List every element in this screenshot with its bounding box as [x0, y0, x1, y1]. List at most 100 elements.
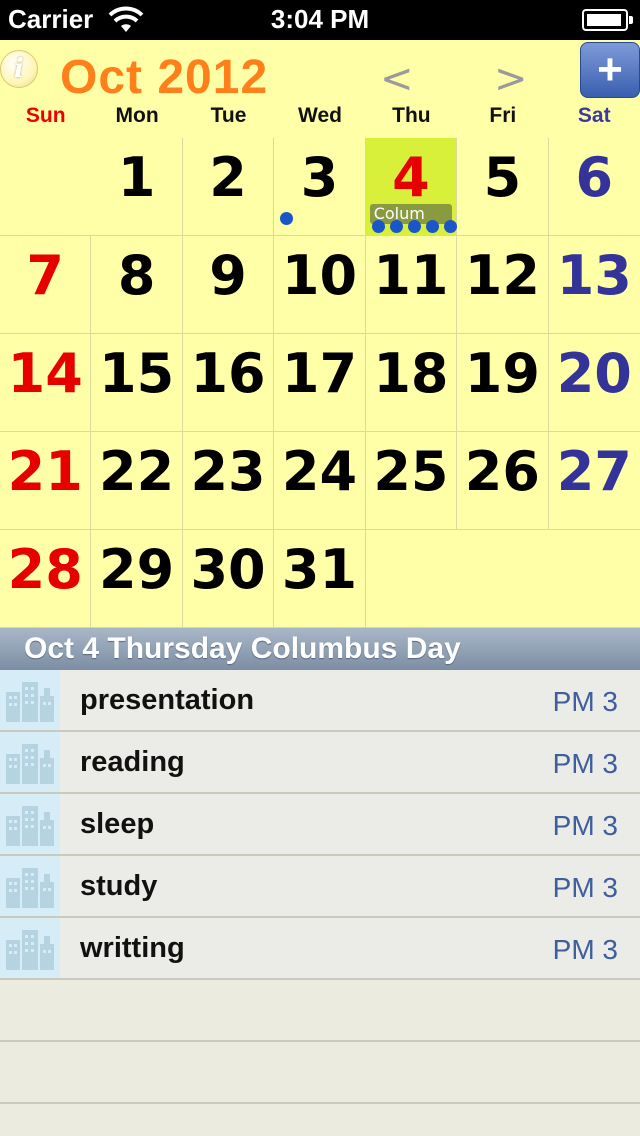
day-number: 25 [373, 440, 449, 503]
building-icon [0, 670, 60, 730]
day-cell-11[interactable]: 11 [365, 236, 458, 334]
event-dots [371, 220, 457, 234]
weekday-sun: Sun [25, 104, 66, 127]
day-cell-22[interactable]: 22 [91, 432, 183, 530]
day-number: 17 [281, 342, 358, 405]
day-number: 16 [190, 342, 266, 405]
day-number: 3 [300, 146, 339, 209]
event-title: sleep [80, 808, 155, 840]
weekday-fri: Fri [489, 104, 517, 127]
building-icon [0, 918, 60, 978]
event-time: PM 3 [552, 686, 618, 717]
weekday-sat: Sat [577, 104, 611, 127]
day-number: 15 [99, 342, 175, 405]
day-number: 26 [464, 440, 540, 503]
day-cell-24[interactable]: 24 [274, 432, 366, 530]
day-cell-23[interactable]: 23 [182, 432, 275, 530]
day-cell-18[interactable]: 18 [365, 334, 458, 432]
weekday-wed: Wed [298, 104, 342, 127]
day-cell-21[interactable]: 21 [0, 432, 92, 530]
event-title: presentation [80, 684, 255, 716]
day-cell-3[interactable]: 3 [274, 138, 366, 236]
event-row[interactable]: study PM 3 [0, 856, 640, 918]
day-cell-19[interactable]: 19 [457, 334, 549, 432]
day-cell-30[interactable]: 30 [182, 530, 275, 628]
weekday-header: Sun Mon Tue Wed Thu Fri Sat [0, 104, 640, 138]
day-number: 30 [190, 538, 266, 601]
day-cell-13[interactable]: 13 [548, 236, 640, 334]
event-dot-icon [371, 220, 385, 233]
day-number: 10 [281, 244, 358, 307]
info-button[interactable]: i [0, 50, 38, 88]
event-title: writting [80, 932, 185, 964]
event-dot-icon [280, 212, 294, 225]
day-number: 8 [117, 244, 156, 307]
day-cell-29[interactable]: 29 [91, 530, 183, 628]
empty-row [0, 1104, 640, 1136]
day-number: 19 [464, 342, 540, 405]
day-cell-7[interactable]: 7 [0, 236, 92, 334]
day-number: 22 [99, 440, 175, 503]
weekday-thu: Thu [392, 104, 431, 127]
event-title: study [80, 870, 158, 902]
event-row[interactable]: presentation PM 3 [0, 670, 640, 732]
empty-day-cell [0, 138, 92, 236]
empty-day-cell [365, 530, 458, 628]
day-number: 29 [99, 538, 175, 601]
day-cell-15[interactable]: 15 [91, 334, 183, 432]
status-bar: Carrier 3:04 PM [0, 0, 640, 40]
calendar-grid: 1 2 3 4 Colum 5 6 7 8 9 10 11 12 13 14 15 16 17 18 19 20 21 22… [0, 138, 640, 628]
day-cell-8[interactable]: 8 [91, 236, 183, 334]
day-number: 7 [26, 244, 64, 307]
building-icon [0, 794, 60, 854]
day-cell-27[interactable]: 27 [548, 432, 640, 530]
empty-row [0, 1042, 640, 1104]
day-number: 4 [392, 146, 430, 209]
day-cell-31[interactable]: 31 [274, 530, 366, 628]
event-title: reading [80, 746, 185, 778]
empty-row [0, 980, 640, 1042]
month-title: Oct 2012 [60, 51, 269, 104]
day-number: 21 [7, 440, 83, 503]
event-row[interactable]: sleep PM 3 [0, 794, 640, 856]
day-cell-9[interactable]: 9 [182, 236, 275, 334]
day-number: 24 [281, 440, 358, 503]
event-list: presentation PM 3 reading PM 3 sleep PM 3 stud… [0, 670, 640, 1136]
day-cell-16[interactable]: 16 [182, 334, 275, 432]
day-number: 9 [209, 244, 247, 307]
day-cell-4[interactable]: 4 Colum [365, 138, 458, 236]
empty-day-cell [457, 530, 549, 628]
day-cell-14[interactable]: 14 [0, 334, 92, 432]
day-cell-26[interactable]: 26 [457, 432, 549, 530]
day-number: 28 [7, 538, 83, 601]
add-event-button[interactable]: + [580, 42, 640, 98]
day-cell-25[interactable]: 25 [365, 432, 458, 530]
day-cell-12[interactable]: 12 [457, 236, 549, 334]
day-cell-1[interactable]: 1 [91, 138, 183, 236]
day-cell-10[interactable]: 10 [274, 236, 366, 334]
weekday-tue: Tue [210, 104, 247, 127]
weekday-mon: Mon [115, 104, 159, 127]
day-number: 23 [190, 440, 266, 503]
event-dots [280, 212, 294, 226]
day-number: 11 [373, 244, 449, 307]
event-row[interactable]: reading PM 3 [0, 732, 640, 794]
day-cell-2[interactable]: 2 [182, 138, 275, 236]
day-number: 20 [556, 342, 632, 405]
day-number: 5 [483, 146, 522, 209]
event-row[interactable]: writting PM 3 [0, 918, 640, 980]
day-cell-17[interactable]: 17 [274, 334, 366, 432]
next-month-button[interactable]: > [494, 56, 528, 102]
day-number: 6 [575, 146, 614, 209]
day-number: 12 [464, 244, 540, 307]
building-icon [0, 732, 60, 792]
day-number: 18 [373, 342, 449, 405]
day-cell-5[interactable]: 5 [457, 138, 549, 236]
selected-day-header: Oct 4 Thursday Columbus Day [0, 628, 640, 670]
day-cell-20[interactable]: 20 [548, 334, 640, 432]
day-number: 13 [556, 244, 632, 307]
building-icon [0, 856, 60, 916]
prev-month-button[interactable]: < [380, 56, 414, 102]
day-cell-28[interactable]: 28 [0, 530, 92, 628]
day-cell-6[interactable]: 6 [548, 138, 640, 236]
